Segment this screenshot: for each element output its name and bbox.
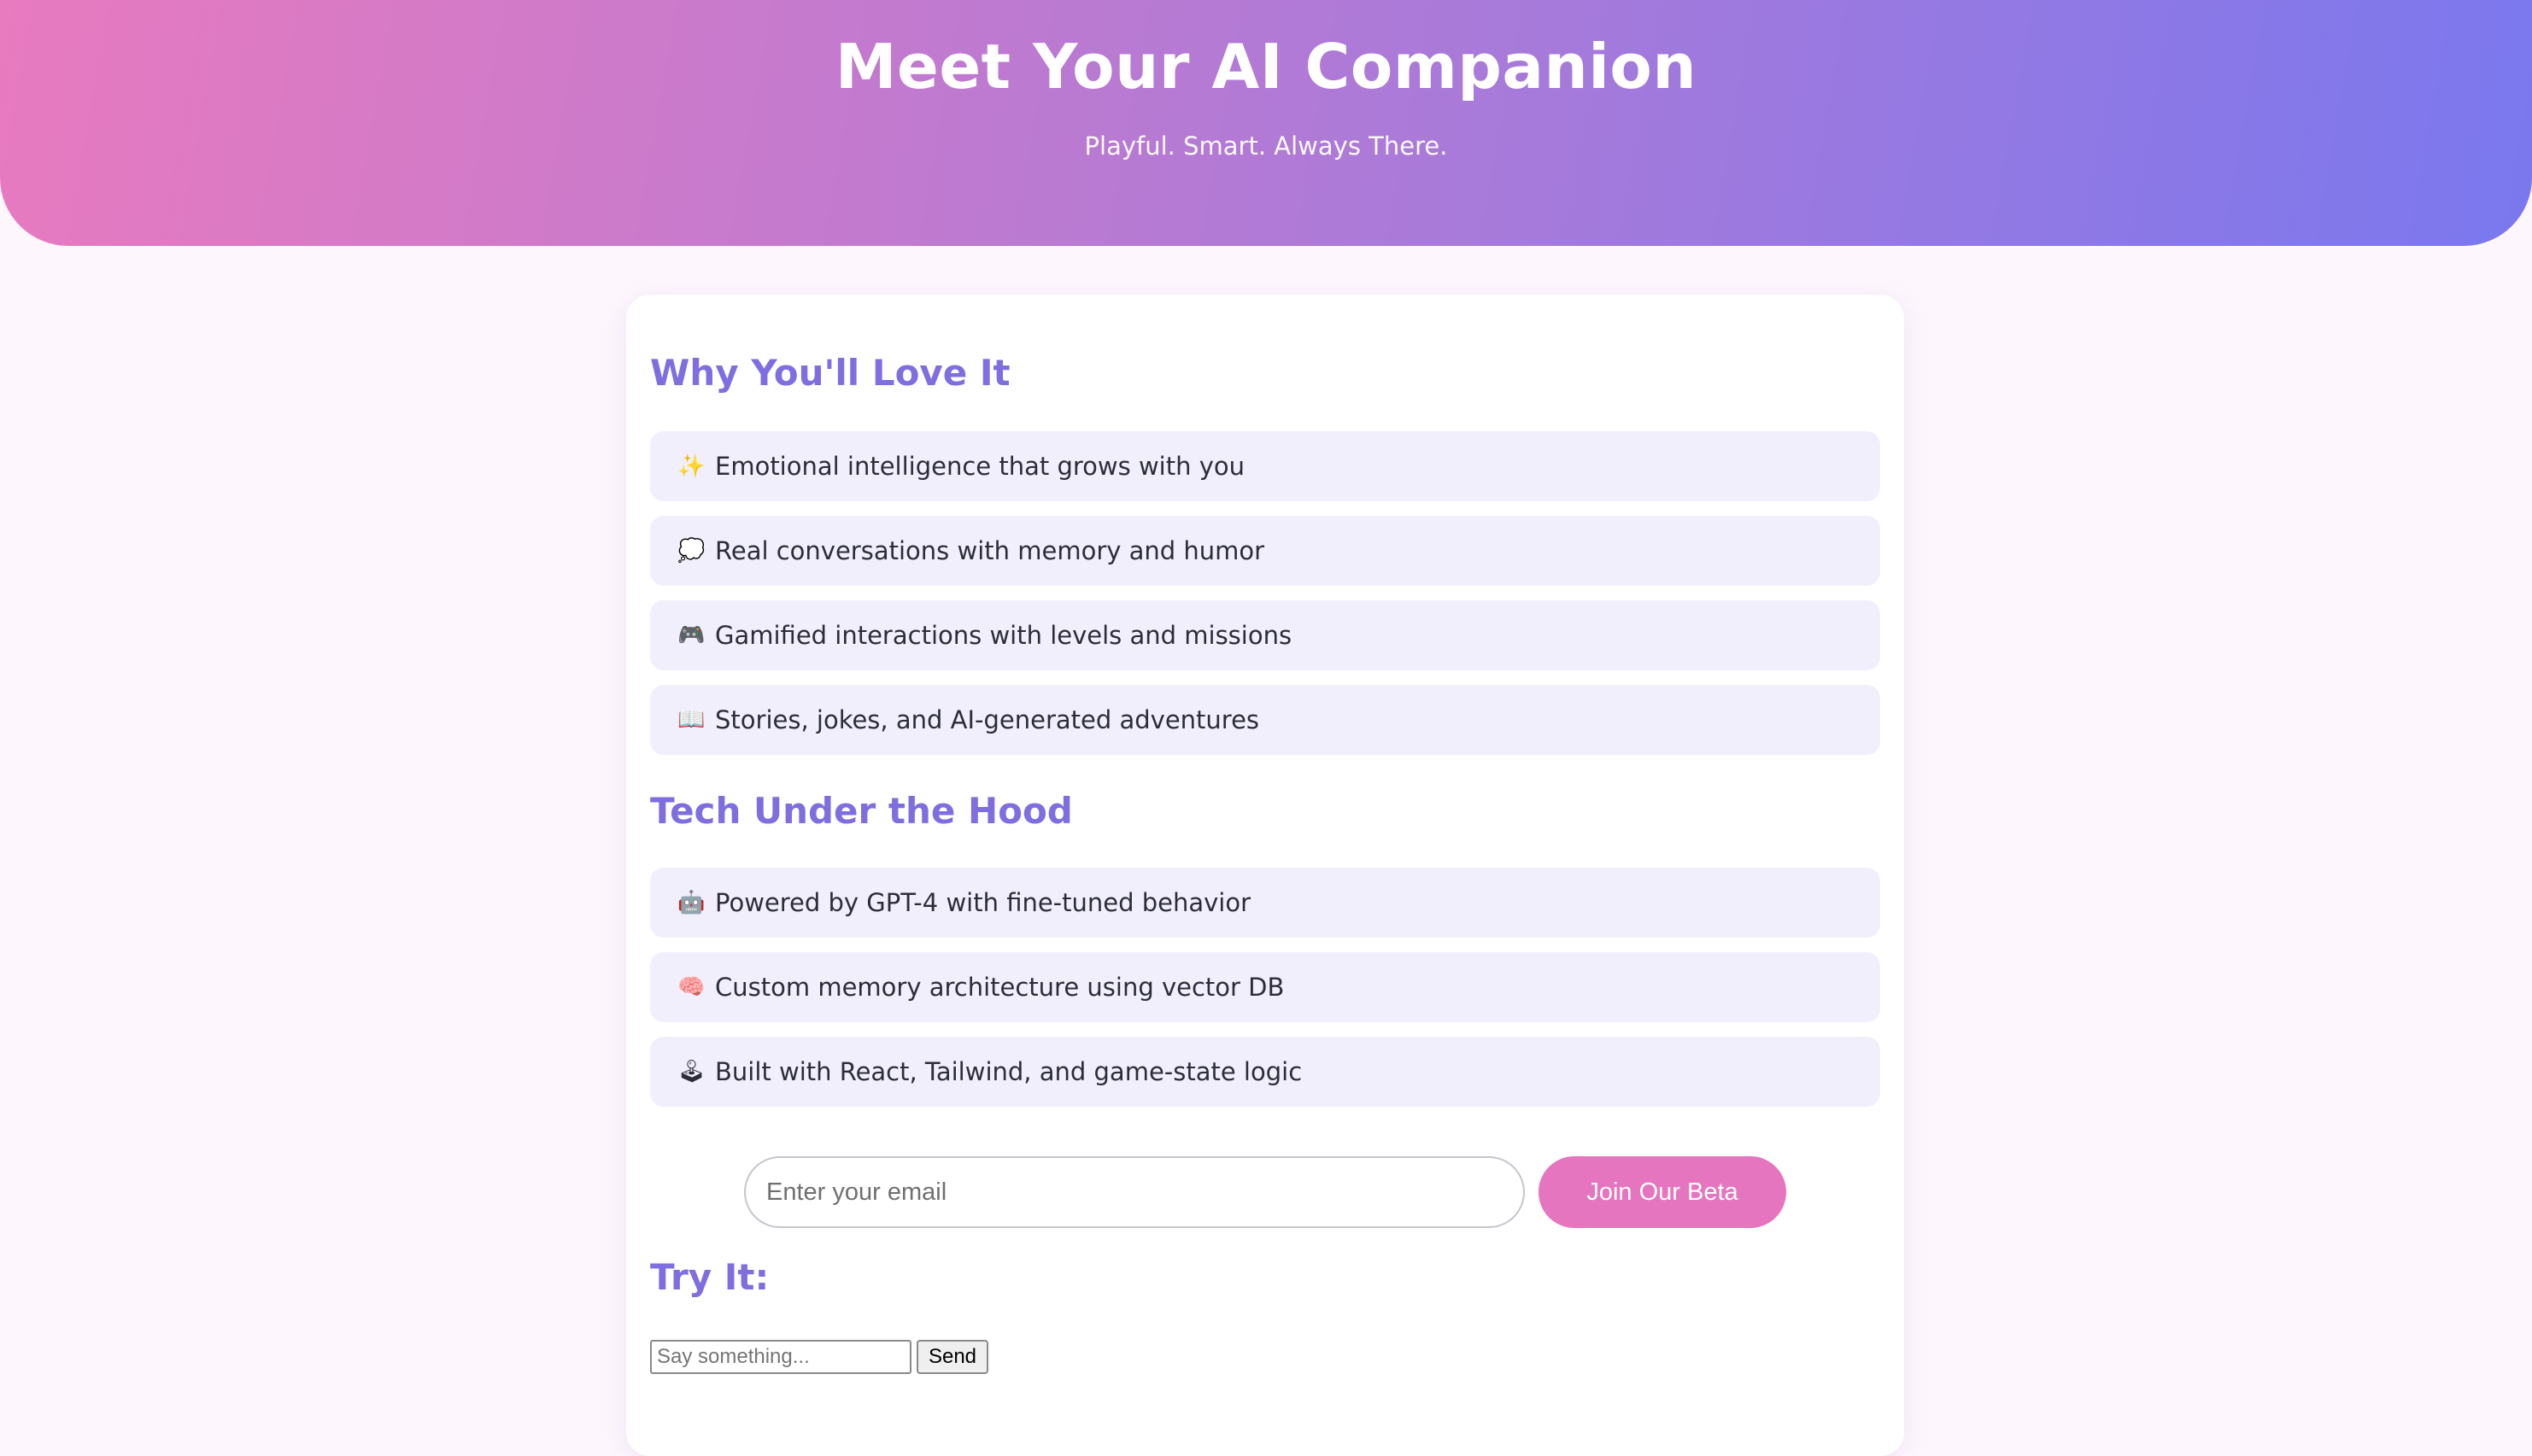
feature-text: Stories, jokes, and AI-generated adventu… [715,705,1260,734]
feature-text: Gamified interactions with levels and mi… [715,621,1292,650]
feature-item: 💭 Real conversations with memory and hum… [650,516,1880,586]
features-heading: Why You'll Love It [650,352,1011,394]
robot-icon: 🤖 [677,890,706,915]
sparkles-icon: ✨ [677,453,706,479]
feature-item: 📖 Stories, jokes, and AI-generated adven… [650,685,1880,755]
email-input[interactable] [744,1156,1525,1228]
speech-bubble-icon: 💭 [677,538,706,564]
beta-signup-form: Join Our Beta [744,1156,1803,1228]
tech-item: 🕹 Built with React, Tailwind, and game-s… [650,1037,1880,1107]
tech-text: Built with React, Tailwind, and game-sta… [715,1057,1303,1086]
tech-text: Custom memory architecture using vector … [715,973,1285,1002]
brain-icon: 🧠 [677,974,706,1000]
send-button[interactable]: Send [917,1340,988,1374]
hero-header: Meet Your AI Companion Playful. Smart. A… [0,0,2532,246]
joystick-icon: 🕹 [677,1059,706,1085]
feature-text: Real conversations with memory and humor [715,536,1265,565]
content-card: Why You'll Love It ✨ Emotional intellige… [626,295,1904,1456]
feature-item: ✨ Emotional intelligence that grows with… [650,431,1880,501]
tech-heading: Tech Under the Hood [650,790,1073,832]
join-beta-button[interactable]: Join Our Beta [1539,1156,1786,1228]
page-title: Meet Your AI Companion [835,31,1697,102]
open-book-icon: 📖 [677,707,706,733]
tech-item: 🧠 Custom memory architecture using vecto… [650,952,1880,1022]
game-controller-icon: 🎮 [677,623,706,648]
feature-text: Emotional intelligence that grows with y… [715,452,1245,481]
try-it-heading: Try It: [650,1256,770,1298]
tech-text: Powered by GPT-4 with fine-tuned behavio… [715,888,1251,917]
chat-input[interactable] [650,1340,911,1374]
tech-item: 🤖 Powered by GPT-4 with fine-tuned behav… [650,868,1880,938]
feature-item: 🎮 Gamified interactions with levels and … [650,600,1880,670]
tagline: Playful. Smart. Always There. [1084,132,1448,161]
